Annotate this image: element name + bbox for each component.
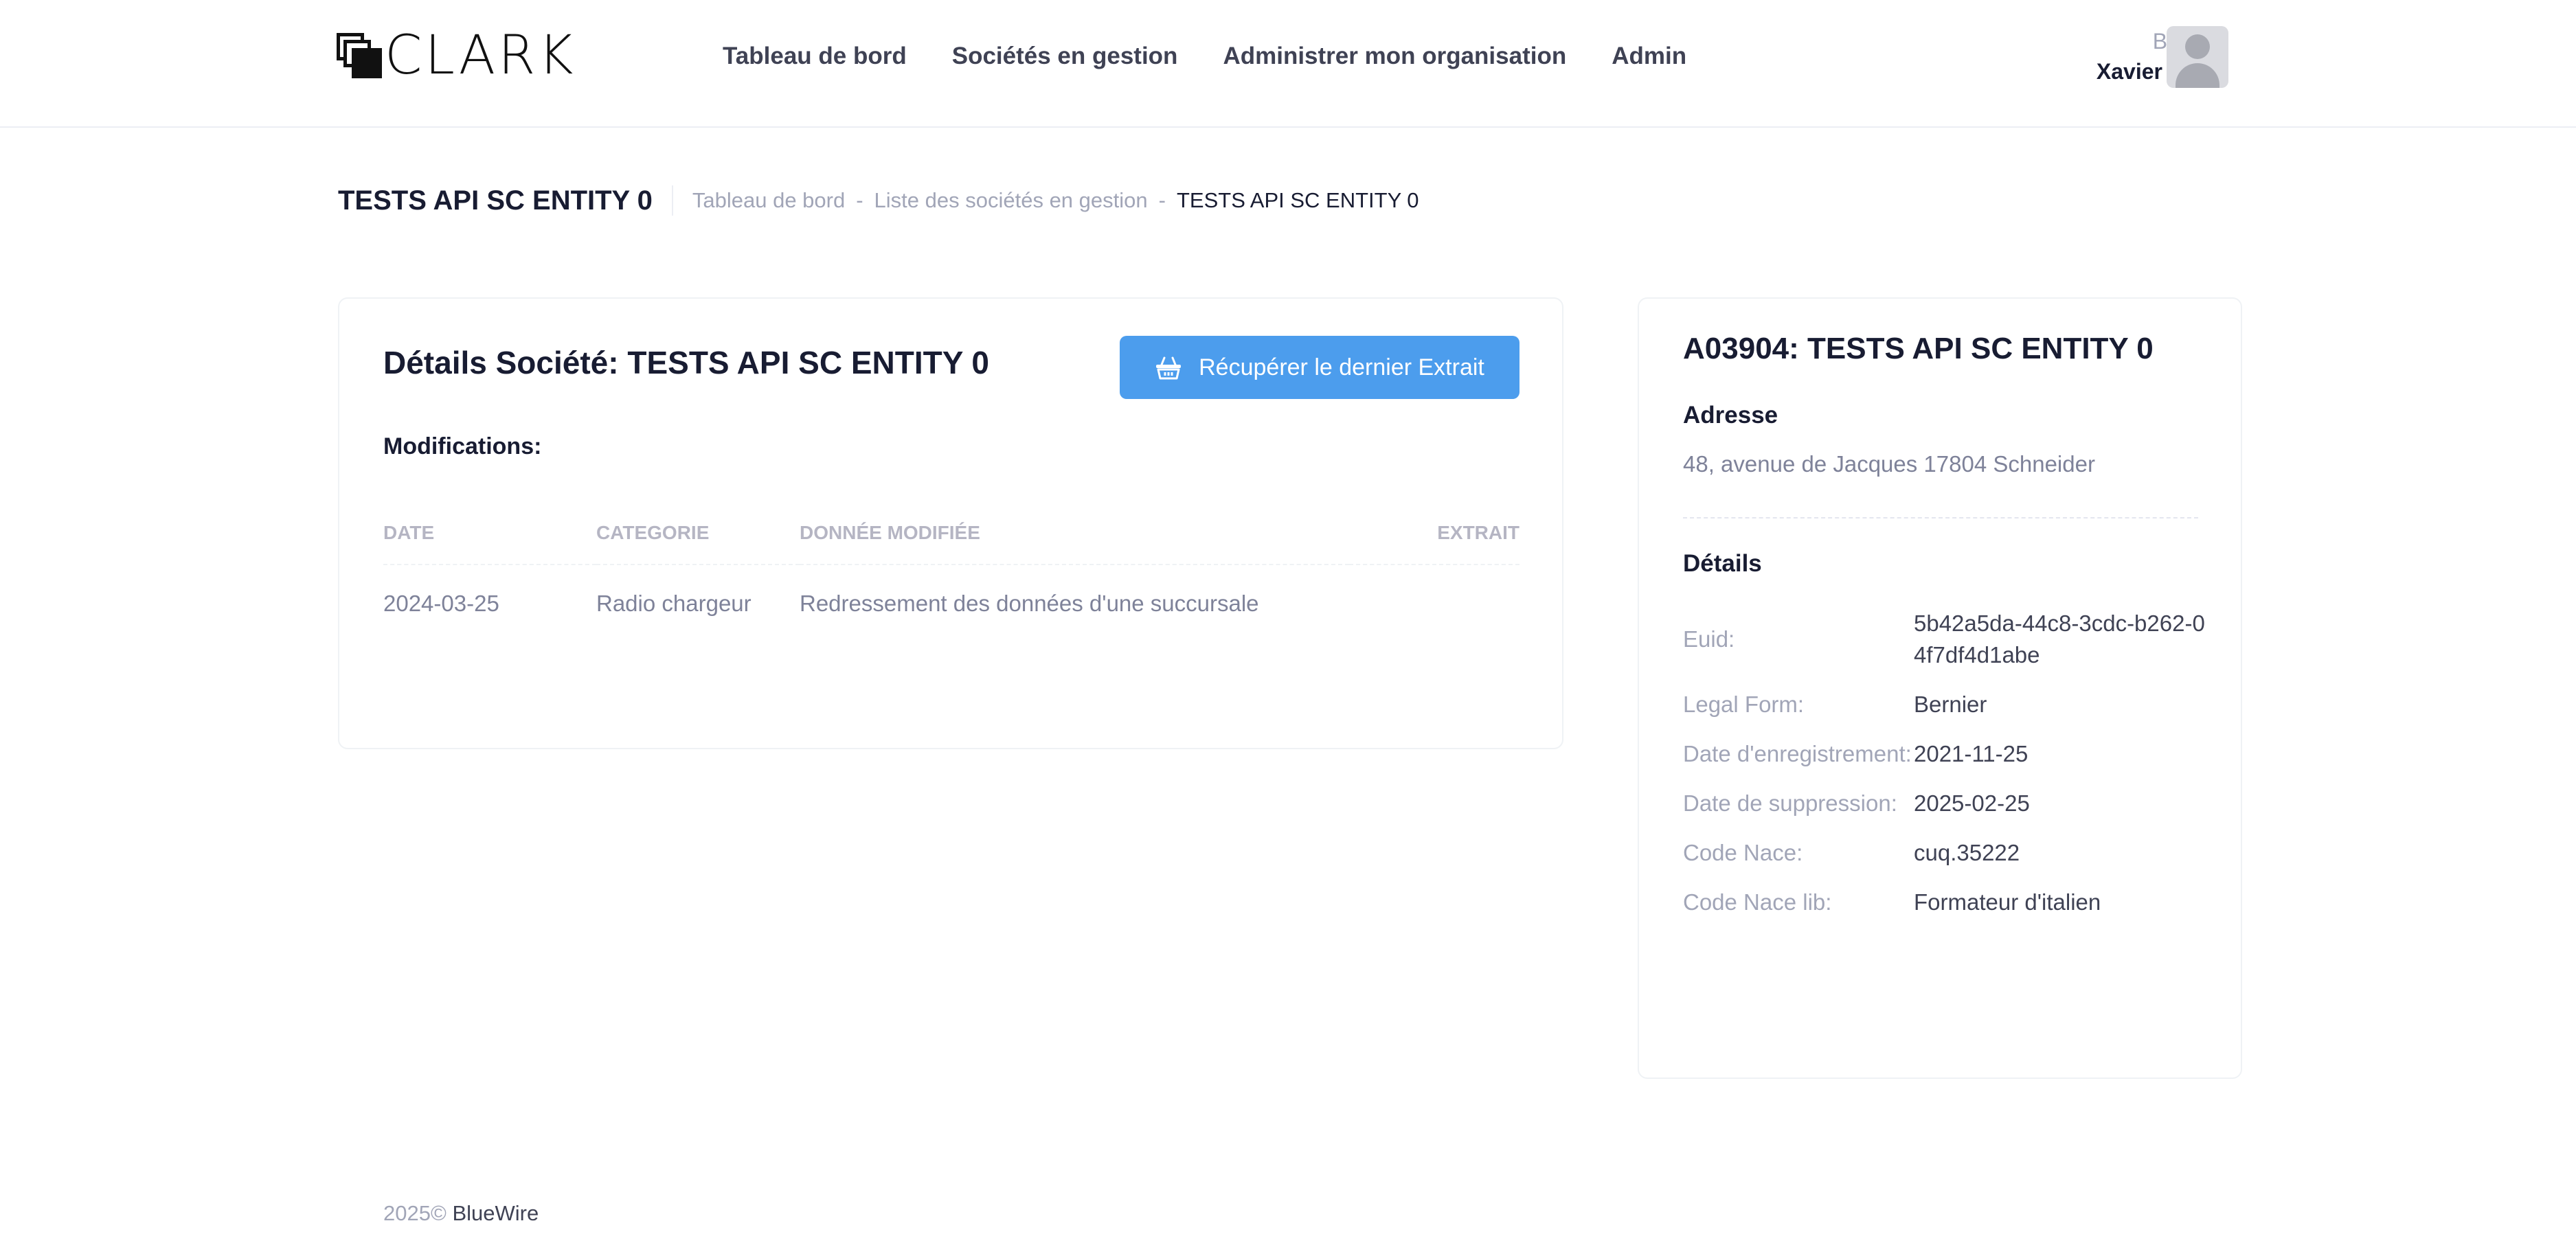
detail-value: Bernier [1914,692,1987,717]
detail-row-code-nace-lib: Code Nace lib: Formateur d'italien [1683,887,2205,918]
nav-admin[interactable]: Admin [1612,40,1686,73]
detail-value: 5b42a5da-44c8-3cdc-b262-04f7df4d1abe [1914,611,2205,668]
cell-extract [1349,565,1519,642]
detail-row-euid: Euid: 5b42a5da-44c8-3cdc-b262-04f7df4d1a… [1683,608,2205,671]
detail-row-legal-form: Legal Form: Bernier [1683,689,2205,720]
table-header-row: DATE CATEGORIE DONNÉE MODIFIÉE EXTRAIT [383,502,1519,565]
col-header-categorie[interactable]: CATEGORIE [596,502,800,565]
breadcrumb-current: TESTS API SC ENTITY 0 [1176,188,1419,212]
detail-row-code-nace: Code Nace: cuq.35222 [1683,837,2205,869]
footer-brand-link[interactable]: BlueWire [452,1201,539,1225]
detail-value: cuq.35222 [1914,840,2020,865]
cell-date: 2024-03-25 [383,591,499,616]
detail-value: 2021-11-25 [1914,741,2029,766]
detail-key: Date d'enregistrement: [1683,741,1912,766]
modifications-heading: Modifications: [383,433,542,459]
cell-category: Radio chargeur [596,591,752,616]
logo-squares-icon [337,33,382,78]
user-avatar-icon[interactable] [2167,26,2228,88]
address-value: 48, avenue de Jacques 17804 Schneider [1683,451,2095,477]
logo-text: CLARK [385,25,576,87]
details-list: Euid: 5b42a5da-44c8-3cdc-b262-04f7df4d1a… [1683,608,2205,936]
section-divider [1683,517,2198,518]
detail-key: Legal Form: [1683,692,1805,717]
cell-data: Redressement des données d'une succursal… [800,591,1259,616]
toolbar-divider [671,185,673,216]
clark-logo[interactable]: CLARK [337,25,576,87]
nav-tableau-de-bord[interactable]: Tableau de bord [723,40,907,73]
detail-row-date-suppression: Date de suppression: 2025-02-25 [1683,788,2205,819]
modifications-table: DATE CATEGORIE DONNÉE MODIFIÉE EXTRAIT 2… [383,502,1519,642]
col-header-date[interactable]: DATE [383,502,596,565]
detail-key: Date de suppression: [1683,790,1897,816]
breadcrumb-tableau-de-bord[interactable]: Tableau de bord [692,188,845,213]
entity-summary-card: A03904: TESTS API SC ENTITY 0 Adresse 48… [1638,297,2242,1079]
detail-value: 2025-02-25 [1914,790,2030,816]
breadcrumb-liste-societes[interactable]: Liste des sociétés en gestion [874,188,1148,213]
address-heading: Adresse [1683,402,1778,429]
detail-key: Code Nace: [1683,840,1803,865]
detail-key: Euid: [1683,626,1735,652]
main-nav: Tableau de bord Sociétés en gestion Admi… [723,40,1732,73]
detail-key: Code Nace lib: [1683,889,1832,915]
col-header-donnee-modifiee[interactable]: DONNÉE MODIFIÉE [800,502,1349,565]
button-label: Récupérer le dernier Extrait [1199,354,1484,380]
col-header-extrait[interactable]: EXTRAIT [1349,502,1519,565]
detail-row-date-enregistrement: Date d'enregistrement: 2021-11-25 [1683,738,2205,770]
nav-societes-en-gestion[interactable]: Sociétés en gestion [952,40,1178,73]
table-row: 2024-03-25 Radio chargeur Redressement d… [383,565,1519,642]
basket-icon [1155,355,1182,380]
breadcrumb-separator: - [1158,188,1166,212]
footer-copyright: 2025© [383,1201,447,1225]
page-toolbar: TESTS API SC ENTITY 0 Tableau de bord - … [338,183,1419,218]
get-latest-extract-button[interactable]: Récupérer le dernier Extrait [1120,336,1519,399]
top-header: CLARK Tableau de bord Sociétés en gestio… [0,0,2576,128]
details-title: Détails Société: TESTS API SC ENTITY 0 [383,345,989,380]
nav-administrer-organisation[interactable]: Administrer mon organisation [1223,40,1566,73]
details-heading: Détails [1683,550,1762,577]
page-title: TESTS API SC ENTITY 0 [338,185,653,216]
page-footer: 2025© BlueWire [383,1201,539,1226]
detail-value: Formateur d'italien [1914,889,2101,915]
company-details-card: Détails Société: TESTS API SC ENTITY 0 R… [338,297,1563,749]
breadcrumb-separator: - [856,188,863,212]
entity-title: A03904: TESTS API SC ENTITY 0 [1683,332,2154,365]
